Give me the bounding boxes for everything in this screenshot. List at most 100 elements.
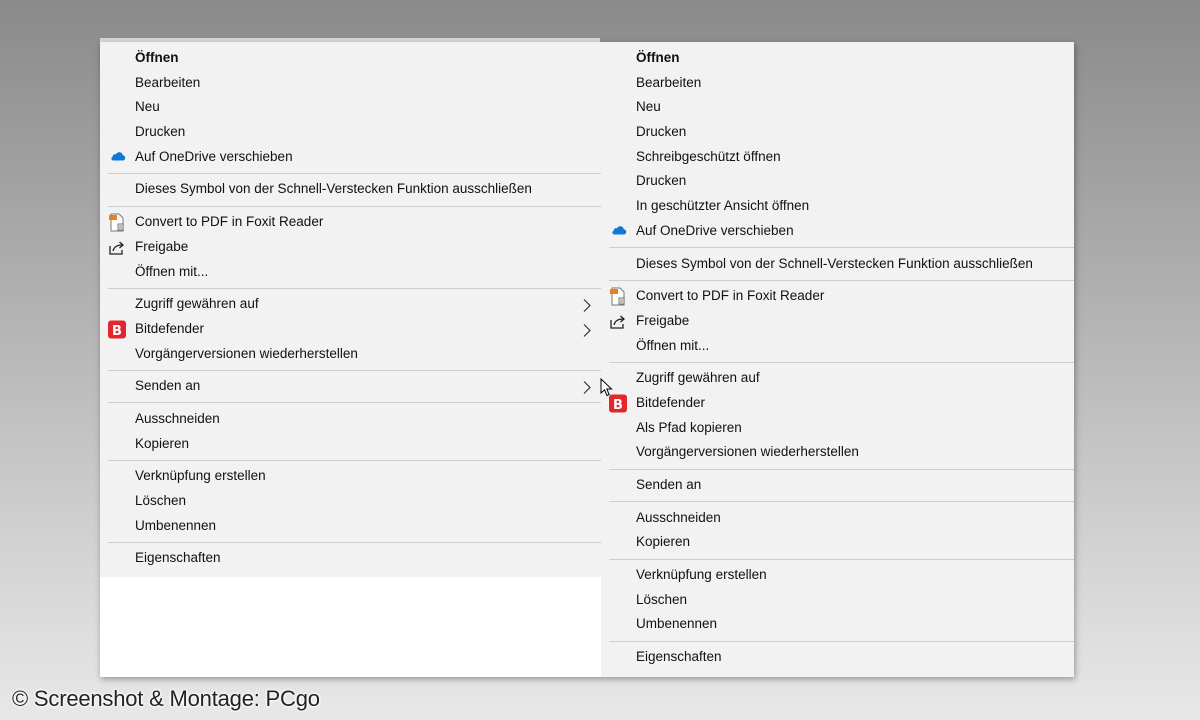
menu-item-loeschen[interactable]: Löschen <box>100 489 601 514</box>
foxit-pdf-icon <box>107 213 127 232</box>
menu-item-dieses-symbol-von-der-schnell-verstecken-funktion-ausschliessen[interactable]: Dieses Symbol von der Schnell-Verstecken… <box>601 252 1074 277</box>
menu-item-vorgaengerversionen-wiederherstellen[interactable]: Vorgängerversionen wiederherstellen <box>100 342 601 367</box>
menu-item-schreibgeschuetzt-oeffnen[interactable]: Schreibgeschützt öffnen <box>601 145 1074 170</box>
menu-separator <box>108 205 601 207</box>
menu-separator <box>609 468 1074 470</box>
menu-separator <box>108 459 601 461</box>
menu-separator <box>609 279 1074 281</box>
menu-item-label: Drucken <box>135 124 186 140</box>
menu-item-drucken[interactable]: Drucken <box>601 120 1074 145</box>
chevron-right-icon <box>581 297 593 313</box>
menu-item-dieses-symbol-von-der-schnell-verstecken-funktion-ausschliessen[interactable]: Dieses Symbol von der Schnell-Verstecken… <box>100 177 601 202</box>
menu-item-eigenschaften[interactable]: Eigenschaften <box>601 645 1074 670</box>
menu-item-freigabe[interactable]: Freigabe <box>601 309 1074 334</box>
menu-item-neu[interactable]: Neu <box>100 95 601 120</box>
menu-item-label: Ausschneiden <box>636 509 721 525</box>
menu-item-kopieren[interactable]: Kopieren <box>601 530 1074 555</box>
menu-item-label: Zugriff gewähren auf <box>135 296 259 312</box>
menu-item-label: Senden an <box>135 378 201 394</box>
menu-item-convert-to-pdf-in-foxit-reader[interactable]: Convert to PDF in Foxit Reader <box>601 284 1074 309</box>
menu-item-label: Verknüpfung erstellen <box>135 468 266 484</box>
menu-item-senden-an[interactable]: Senden an <box>601 473 1074 498</box>
menu-item-label: Kopieren <box>636 534 691 550</box>
menu-item-bearbeiten[interactable]: Bearbeiten <box>601 71 1074 96</box>
menu-item-loeschen[interactable]: Löschen <box>601 588 1074 613</box>
foxit-pdf-icon <box>608 287 628 306</box>
menu-item-oeffnen-mit[interactable]: Öffnen mit... <box>601 334 1074 359</box>
menu-item-oeffnen[interactable]: Öffnen <box>100 46 601 71</box>
menu-item-senden-an[interactable]: Senden an <box>100 374 601 399</box>
context-menu-compact: Öffnen Bearbeiten Neu Drucken Auf OneDrive v… <box>100 42 601 578</box>
menu-separator <box>108 369 601 371</box>
menu-item-eigenschaften[interactable]: Eigenschaften <box>100 546 601 571</box>
menu-item-bearbeiten[interactable]: Bearbeiten <box>100 71 601 96</box>
menu-item-vorgaengerversionen-wiederherstellen[interactable]: Vorgängerversionen wiederherstellen <box>601 440 1074 465</box>
menu-item-freigabe[interactable]: Freigabe <box>100 235 601 260</box>
menu-item-zugriff-gewaehren-auf[interactable]: Zugriff gewähren auf <box>100 292 601 317</box>
menu-item-bitdefender[interactable]: B Bitdefender <box>601 391 1074 416</box>
menu-item-label: Freigabe <box>135 238 189 254</box>
menu-item-label: Löschen <box>636 591 688 607</box>
menu-item-oeffnen-mit[interactable]: Öffnen mit... <box>100 260 601 285</box>
menu-item-ausschneiden[interactable]: Ausschneiden <box>100 407 601 432</box>
menu-item-label: Drucken <box>636 173 687 189</box>
menu-item-label: Auf OneDrive verschieben <box>135 148 293 164</box>
menu-item-als-pfad-kopieren[interactable]: Als Pfad kopieren <box>601 416 1074 441</box>
menu-item-convert-to-pdf-in-foxit-reader[interactable]: Convert to PDF in Foxit Reader <box>100 210 601 235</box>
menu-item-in-geschuetzter-ansicht-oeffnen[interactable]: In geschützter Ansicht öffnen <box>601 194 1074 219</box>
menu-item-label: Convert to PDF in Foxit Reader <box>135 214 324 230</box>
onedrive-icon <box>107 148 127 167</box>
menu-item-label: Ausschneiden <box>135 410 220 426</box>
menu-item-label: Verknüpfung erstellen <box>636 567 767 583</box>
svg-text:B: B <box>112 324 122 339</box>
menu-item-label: Neu <box>135 99 160 115</box>
share-icon <box>107 238 127 257</box>
menu-item-label: Vorgängerversionen wiederherstellen <box>636 444 859 460</box>
menu-item-label: Öffnen mit... <box>135 263 209 279</box>
menu-item-ausschneiden[interactable]: Ausschneiden <box>601 506 1074 531</box>
menu-separator <box>609 501 1074 503</box>
menu-item-label: Öffnen <box>135 50 179 65</box>
menu-item-label: Convert to PDF in Foxit Reader <box>636 288 825 304</box>
menu-item-label: Eigenschaften <box>135 550 221 566</box>
chevron-right-icon <box>581 322 593 337</box>
menu-item-label: Bearbeiten <box>135 74 201 90</box>
bitdefender-icon: B <box>107 320 127 339</box>
menu-separator <box>108 172 601 174</box>
menu-item-umbenennen[interactable]: Umbenennen <box>601 612 1074 637</box>
menu-item-oeffnen[interactable]: Öffnen <box>601 46 1074 71</box>
menu-item-label: Drucken <box>636 124 687 140</box>
onedrive-icon <box>608 222 628 241</box>
share-icon <box>608 312 628 331</box>
menu-item-neu[interactable]: Neu <box>601 95 1074 120</box>
menu-item-label: Vorgängerversionen wiederherstellen <box>135 345 358 361</box>
chevron-right-icon <box>581 379 593 395</box>
menu-item-label: Dieses Symbol von der Schnell-Verstecken… <box>135 181 532 197</box>
menu-separator <box>108 402 601 404</box>
menu-item-umbenennen[interactable]: Umbenennen <box>100 514 601 539</box>
menu-item-bitdefender[interactable]: B Bitdefender <box>100 317 601 342</box>
menu-item-zugriff-gewaehren-auf[interactable]: Zugriff gewähren auf <box>601 366 1074 391</box>
menu-item-label: Auf OneDrive verschieben <box>636 222 794 238</box>
menu-separator <box>609 640 1074 642</box>
menu-item-drucken[interactable]: Drucken <box>601 169 1074 194</box>
menu-item-label: Öffnen mit... <box>636 337 710 353</box>
menu-item-drucken[interactable]: Drucken <box>100 120 601 145</box>
menu-item-verknuepfung-erstellen[interactable]: Verknüpfung erstellen <box>601 563 1074 588</box>
menu-item-label: Eigenschaften <box>636 649 722 665</box>
menu-item-label: Bitdefender <box>135 320 205 336</box>
menu-item-label: Umbenennen <box>135 517 217 533</box>
menu-item-verknuepfung-erstellen[interactable]: Verknüpfung erstellen <box>100 464 601 489</box>
menu-separator <box>108 541 601 543</box>
menu-separator <box>609 247 1074 248</box>
menu-item-auf-onedrive-verschieben[interactable]: Auf OneDrive verschieben <box>601 219 1074 244</box>
menu-separator <box>609 361 1074 363</box>
menu-item-label: Senden an <box>636 477 702 492</box>
menu-item-label: Öffnen <box>636 50 680 65</box>
menu-item-label: Kopieren <box>135 435 190 451</box>
menu-item-auf-onedrive-verschieben[interactable]: Auf OneDrive verschieben <box>100 145 601 170</box>
svg-text:B: B <box>613 398 623 413</box>
menu-item-kopieren[interactable]: Kopieren <box>100 432 601 457</box>
menu-item-label: Zugriff gewähren auf <box>636 370 760 386</box>
menu-item-label: Umbenennen <box>636 616 718 632</box>
